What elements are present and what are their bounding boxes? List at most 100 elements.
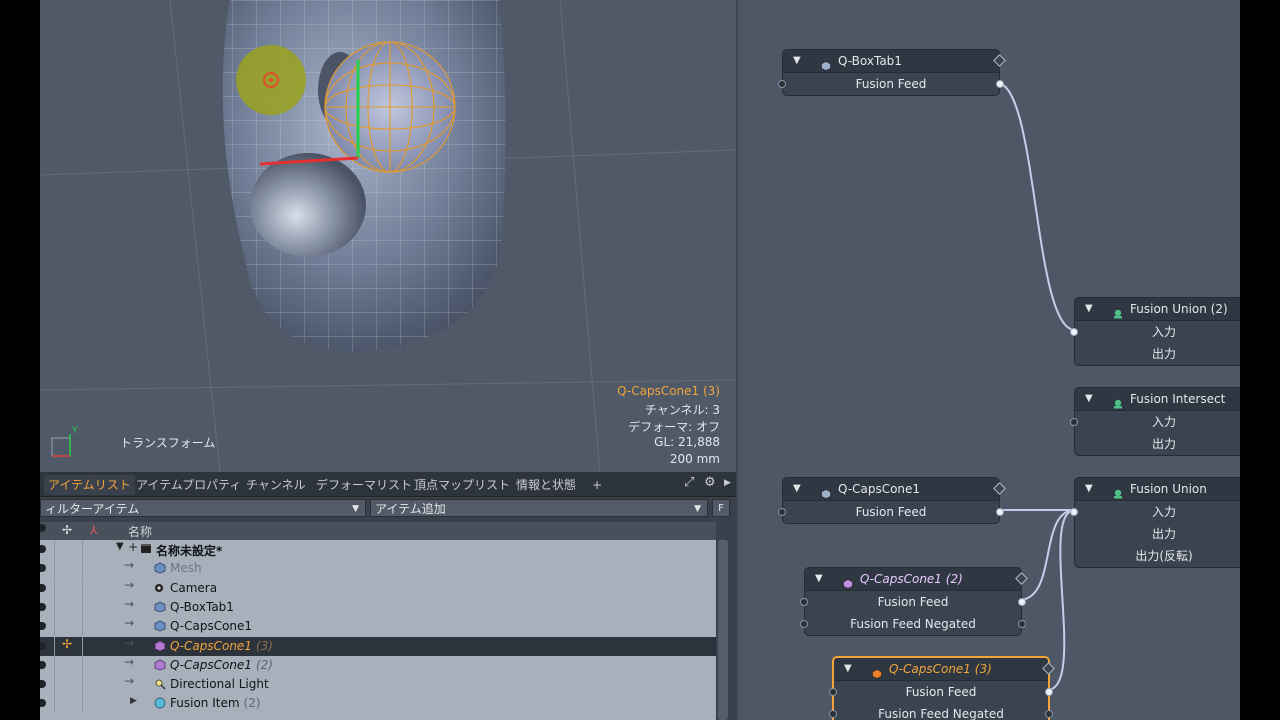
node-header[interactable]: ▼ Q-BoxTab1 xyxy=(783,50,1006,73)
visibility-eye-icon[interactable] xyxy=(40,622,46,631)
tab-info-status[interactable]: 情報と状態 xyxy=(512,475,580,495)
tree-row[interactable]: ▶ Fusion Item (2) xyxy=(40,694,716,714)
lock-column-icon[interactable]: ✢ xyxy=(62,523,72,537)
visibility-eye-icon[interactable] xyxy=(40,680,46,689)
tab-item-list[interactable]: アイテムリスト xyxy=(44,475,135,495)
node-port[interactable]: Fusion Feed Negated xyxy=(829,703,1053,720)
visibility-eye-icon[interactable] xyxy=(40,641,46,650)
node-port[interactable]: 出力 xyxy=(1075,523,1240,545)
node-port[interactable]: Fusion Feed xyxy=(778,501,1004,523)
tree-row[interactable]: → Camera xyxy=(40,578,716,598)
node-port[interactable]: 入力 xyxy=(1070,501,1240,523)
item-list-scrollbar[interactable] xyxy=(716,540,730,720)
schematic-node[interactable]: ▼ Fusion Union (2) 入力 出力 xyxy=(1070,297,1240,366)
output-port-dot[interactable] xyxy=(1045,688,1053,696)
lock-icon[interactable]: ✢ xyxy=(62,637,72,651)
panel-menu-icon[interactable]: ▶ xyxy=(724,478,731,488)
add-item-dropdown[interactable]: アイテム追加 ▼ xyxy=(370,499,708,517)
node-port[interactable]: 入力 xyxy=(1070,321,1240,343)
tree-row[interactable]: → Directional Light xyxy=(40,674,716,695)
node-port[interactable]: 出力 xyxy=(1075,343,1240,365)
output-port-dot[interactable] xyxy=(1018,598,1026,606)
tree-row[interactable]: ✢ → Q-CapsCone1 (3) xyxy=(40,636,716,656)
filter-items-dropdown[interactable]: ィルターアイテム ▼ xyxy=(40,499,366,517)
visibility-column-icon[interactable] xyxy=(40,524,46,532)
scrollbar-thumb[interactable] xyxy=(718,540,728,720)
expand-arrow-icon[interactable]: ▼ xyxy=(116,541,124,552)
tree-row[interactable]: → Q-CapsCone1 (2) xyxy=(40,655,716,675)
output-port-dot[interactable] xyxy=(996,80,1004,88)
tree-row[interactable]: ▼ + 名称未設定* xyxy=(40,540,716,559)
schematic-node[interactable]: ▼ Q-CapsCone1 (2) Fusion Feed Fusion Feed N… xyxy=(800,567,1028,636)
output-port-dot[interactable] xyxy=(1045,710,1053,718)
node-port[interactable]: 入力 xyxy=(1070,411,1240,433)
fusion-icon xyxy=(1113,304,1123,319)
visibility-eye-icon[interactable] xyxy=(40,660,46,669)
node-port[interactable]: 出力 xyxy=(1075,433,1240,455)
node-header[interactable]: ▼ Fusion Union (2) xyxy=(1075,298,1240,321)
node-header[interactable]: ▼ Q-CapsCone1 (3) xyxy=(834,658,1055,681)
input-port-dot[interactable] xyxy=(778,508,786,516)
collapse-arrow-icon[interactable]: ▶ xyxy=(130,696,137,706)
collapse-triangle-icon[interactable]: ▼ xyxy=(793,50,801,72)
schematic-node[interactable]: ▼ Fusion Union 入力 出力 出力(反転) xyxy=(1070,477,1240,568)
schematic-node[interactable]: ▼ Q-CapsCone1 (3) Fusion Feed Fusion Feed N… xyxy=(829,656,1055,720)
node-title: Fusion Union (2) xyxy=(1130,302,1228,316)
tree-item-label: Directional Light xyxy=(170,677,269,692)
node-port[interactable]: Fusion Feed xyxy=(829,681,1053,703)
collapse-triangle-icon[interactable]: ▼ xyxy=(815,568,823,590)
visibility-eye-icon[interactable] xyxy=(40,699,46,708)
name-column-header[interactable]: 名称 xyxy=(128,523,152,540)
schematic-node[interactable]: ▼ Q-CapsCone1 Fusion Feed xyxy=(778,477,1006,524)
gear-icon[interactable]: ⚙ xyxy=(704,475,716,490)
render-column-icon[interactable]: ⅄ xyxy=(90,523,97,537)
tab-item-properties[interactable]: アイテムプロパティ xyxy=(132,475,245,495)
collapse-triangle-icon[interactable]: ▼ xyxy=(793,478,801,500)
node-port[interactable]: 出力(反転) xyxy=(1075,545,1240,567)
node-port-label: Fusion Feed Negated xyxy=(850,617,976,631)
input-port-dot[interactable] xyxy=(1070,508,1078,516)
item-tree[interactable]: ▼ + 名称未設定* → Mesh → Camera → Q-BoxTab1 → Q-CapsCon… xyxy=(40,540,716,720)
node-header[interactable]: ▼ Fusion Intersect xyxy=(1075,388,1240,411)
node-port-label: Fusion Feed xyxy=(855,505,927,519)
expand-icon[interactable]: ⤢ xyxy=(684,475,694,490)
input-port-dot[interactable] xyxy=(800,620,808,628)
node-port[interactable]: Fusion Feed xyxy=(800,591,1026,613)
node-port[interactable]: Fusion Feed Negated xyxy=(800,613,1026,635)
tab-deformer-list[interactable]: デフォーマリスト xyxy=(312,475,416,495)
collapse-triangle-icon[interactable]: ▼ xyxy=(844,658,852,680)
input-port-dot[interactable] xyxy=(778,80,786,88)
viewport-info-deformer: デフォーマ: オフ xyxy=(628,420,720,434)
tree-row[interactable]: → Mesh xyxy=(40,558,716,579)
schematic-node[interactable]: ▼ Q-BoxTab1 Fusion Feed xyxy=(778,49,1006,96)
output-port-dot[interactable] xyxy=(996,508,1004,516)
3d-viewport[interactable]: Y トランスフォーム Q-CapsCone1 (3) チャンネル: 3 デフォー… xyxy=(40,0,736,472)
tab-vertex-map-list[interactable]: 頂点マップリスト xyxy=(410,475,514,495)
f-button[interactable]: F xyxy=(712,499,730,517)
node-header[interactable]: ▼ Q-CapsCone1 (2) xyxy=(805,568,1028,591)
schematic-view[interactable]: ▼ Q-BoxTab1 Fusion Feed ▼ Fusion Union (2) 入力… xyxy=(738,0,1240,720)
input-port-dot[interactable] xyxy=(829,688,837,696)
tree-row[interactable]: → Q-CapsCone1 xyxy=(40,616,716,637)
collapse-triangle-icon[interactable]: ▼ xyxy=(1085,388,1093,410)
node-header[interactable]: ▼ Fusion Union xyxy=(1075,478,1240,501)
schematic-node[interactable]: ▼ Fusion Intersect 入力 出力 xyxy=(1070,387,1240,456)
visibility-eye-icon[interactable] xyxy=(40,583,46,592)
input-port-dot[interactable] xyxy=(800,598,808,606)
tab-channels[interactable]: チャンネル xyxy=(242,475,310,495)
node-header[interactable]: ▼ Q-CapsCone1 xyxy=(783,478,1006,501)
visibility-eye-icon[interactable] xyxy=(40,545,46,553)
visibility-eye-icon[interactable] xyxy=(40,564,46,573)
collapse-triangle-icon[interactable]: ▼ xyxy=(1085,298,1093,320)
tree-row[interactable]: → Q-BoxTab1 xyxy=(40,597,716,617)
node-port-label: Fusion Feed xyxy=(877,595,949,609)
add-child-icon[interactable]: + xyxy=(128,540,138,554)
output-port-dot[interactable] xyxy=(1018,620,1026,628)
input-port-dot[interactable] xyxy=(829,710,837,718)
visibility-eye-icon[interactable] xyxy=(40,602,46,611)
add-tab-button[interactable]: + xyxy=(588,475,606,495)
input-port-dot[interactable] xyxy=(1070,328,1078,336)
collapse-triangle-icon[interactable]: ▼ xyxy=(1085,478,1093,500)
node-port[interactable]: Fusion Feed xyxy=(778,73,1004,95)
input-port-dot[interactable] xyxy=(1070,418,1078,426)
